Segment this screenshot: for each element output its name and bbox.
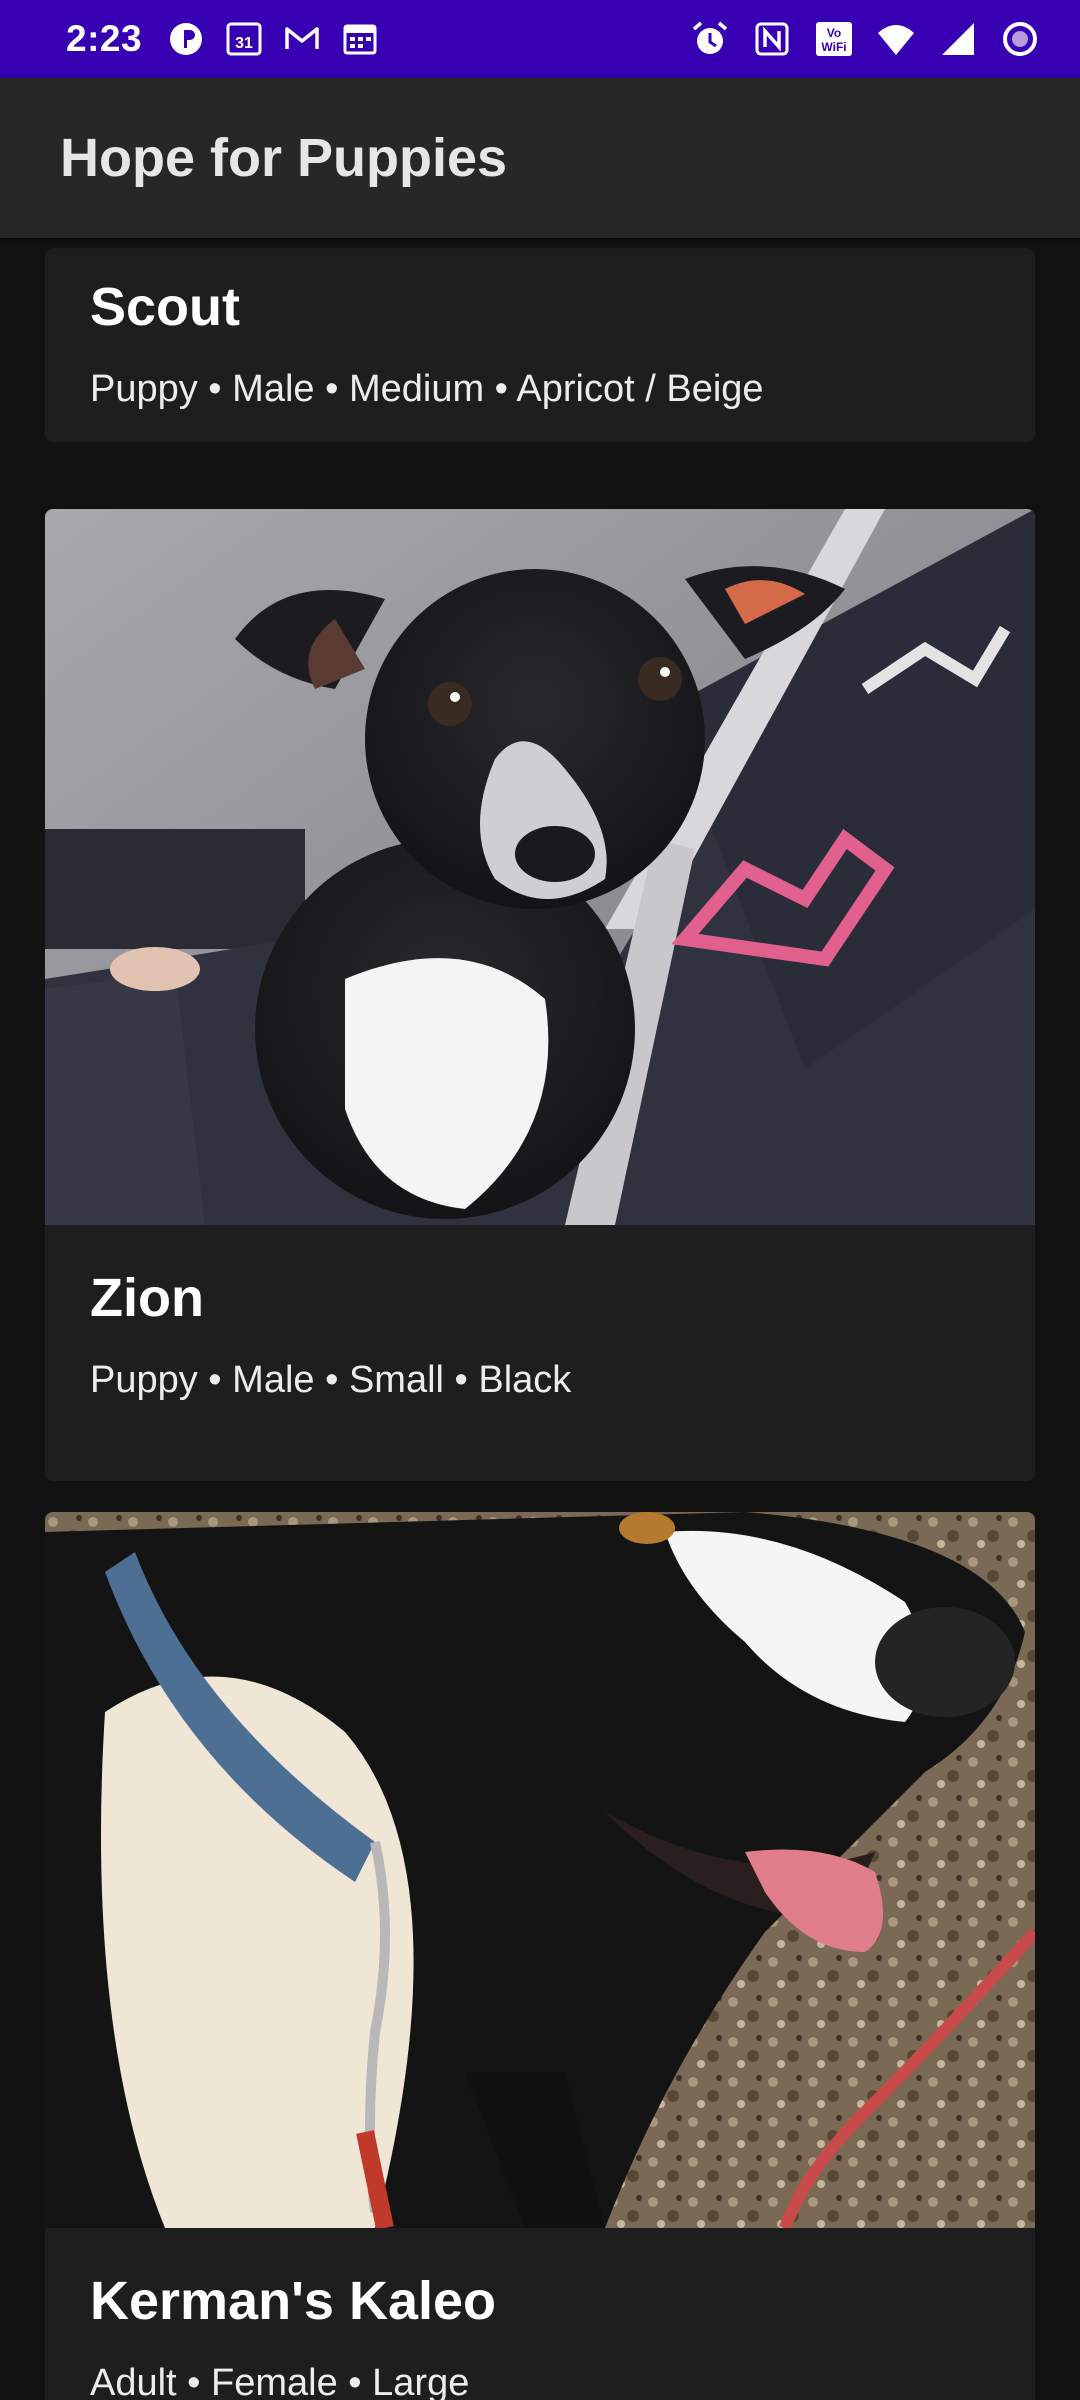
- svg-text:WiFi: WiFi: [821, 40, 846, 54]
- app-bar: Hope for Puppies: [0, 78, 1080, 238]
- vowifi-icon: Vo WiFi: [814, 19, 854, 59]
- pet-name: Kerman's Kaleo: [90, 2271, 497, 2331]
- pet-name: Zion: [90, 1268, 204, 1328]
- app-title: Hope for Puppies: [60, 128, 508, 188]
- pet-card-zion[interactable]: Zion Puppy • Male • Small • Black: [45, 509, 1035, 1481]
- pet-details: Puppy • Male • Small • Black: [90, 1359, 572, 1401]
- pet-card-body: Scout Puppy • Male • Medium • Apricot / …: [45, 248, 1035, 442]
- pet-photo: [45, 1512, 1035, 2228]
- signal-icon: [938, 19, 978, 59]
- privacy-icon: [166, 19, 206, 59]
- status-notification-icons: 31: [166, 19, 380, 59]
- calendar-day: 31: [235, 35, 253, 52]
- pet-card-body: Zion Puppy • Male • Small • Black: [45, 1225, 1035, 1481]
- pet-name: Scout: [90, 277, 241, 337]
- status-time: 2:23: [66, 18, 143, 59]
- nfc-icon: [752, 19, 792, 59]
- status-system-icons: Vo WiFi: [690, 19, 1040, 59]
- status-bar: 2:23 31 Vo WiFi: [0, 0, 1080, 78]
- pet-card-scout[interactable]: Scout Puppy • Male • Medium • Apricot / …: [45, 248, 1035, 442]
- pet-details: Adult • Female • Large: [90, 2362, 470, 2400]
- pet-details: Puppy • Male • Medium • Apricot / Beige: [90, 368, 764, 410]
- wifi-icon: [876, 19, 916, 59]
- pet-list[interactable]: Scout Puppy • Male • Medium • Apricot / …: [0, 238, 1080, 2400]
- calendar-icon: 31: [224, 19, 264, 59]
- svg-text:Vo: Vo: [827, 26, 841, 40]
- gmail-icon: [282, 19, 322, 59]
- battery-ring-icon: [1000, 19, 1040, 59]
- pet-photo: [45, 509, 1035, 1225]
- calendar-grid-icon: [340, 19, 380, 59]
- pet-card-kermans-kaleo[interactable]: Kerman's Kaleo Adult • Female • Large: [45, 1512, 1035, 2400]
- pet-card-body: Kerman's Kaleo Adult • Female • Large: [45, 2228, 1035, 2400]
- alarm-icon: [690, 19, 730, 59]
